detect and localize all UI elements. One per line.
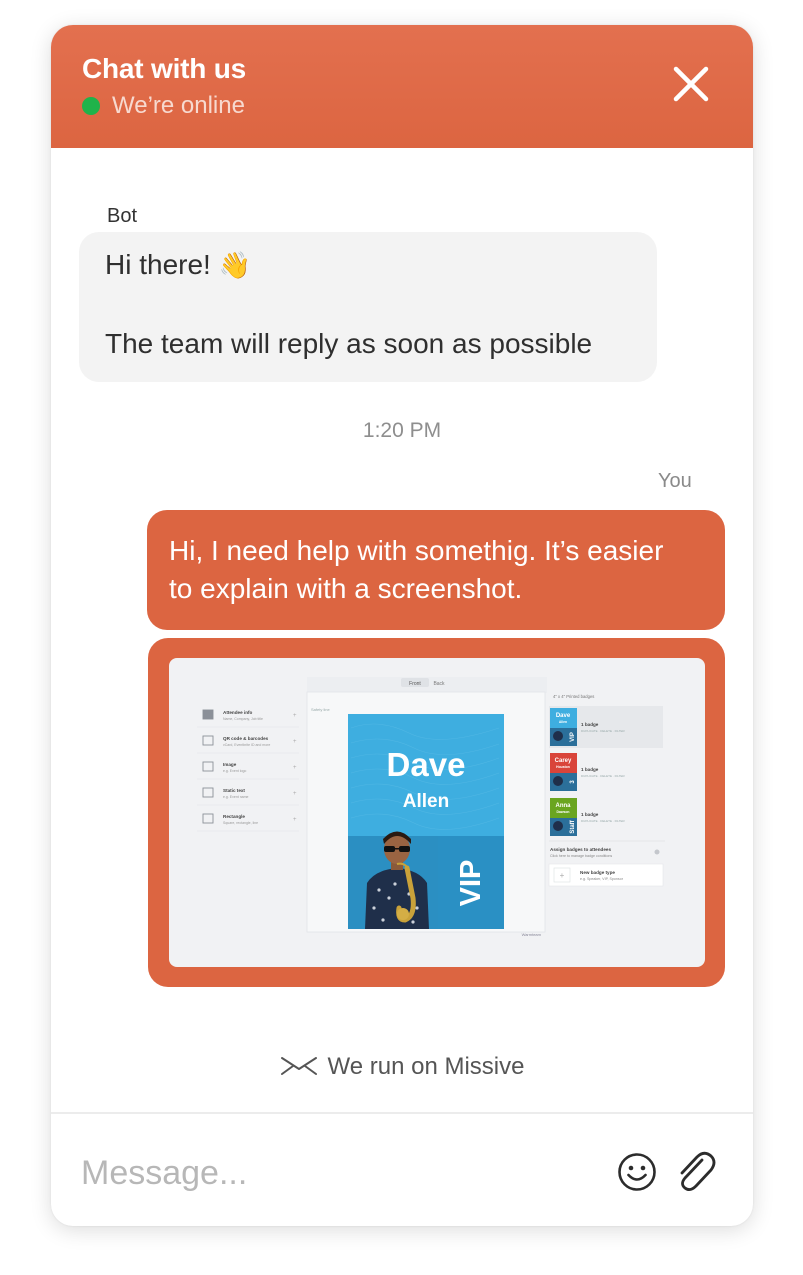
badge-type-count: 1 badge <box>581 767 599 772</box>
message-input[interactable] <box>81 1150 601 1196</box>
badge-last-name: Allen <box>403 791 449 812</box>
user-message-line-1: Hi, I need help with somethig. It’s easi… <box>169 535 664 566</box>
add-element-plus-icon: + <box>293 713 297 719</box>
composer-divider <box>51 1112 753 1114</box>
bot-message-line-1: Hi there! 👋 <box>105 249 251 281</box>
new-badge-type-title: New badge type <box>580 870 615 875</box>
badge-type-count: 1 badge <box>581 722 599 727</box>
close-icon <box>673 66 709 102</box>
badge-type-count: 1 badge <box>581 812 599 817</box>
badge-type-actions: DUPLICATE · DELETE · FILTER <box>581 774 626 778</box>
thumbnail-last-name: Dawson <box>557 810 570 814</box>
thumbnail-first-name: Dave <box>556 713 571 719</box>
element-item-title: Static text <box>223 788 245 793</box>
element-item-sub: Name, Company, Job title <box>223 717 263 721</box>
bot-message-line-2: The team will reply as soon as possible <box>105 328 593 359</box>
add-element-plus-icon: + <box>293 739 297 745</box>
thumbnail-tag: Staff <box>570 819 576 833</box>
badges-panel-header: 4" x 4" Printed badges <box>553 694 594 699</box>
element-item-sub: Square, rectangle, line <box>223 821 258 825</box>
corner-label: Warmteam <box>522 932 542 937</box>
bot-message-bubble: Hi there! 👋 The team will reply as soon … <box>79 232 657 382</box>
element-item-sub: vCard, Eventbrite ID and more <box>223 743 270 747</box>
thumbnail-first-name: Carey <box>555 758 572 764</box>
thumbnail-last-name: Houston <box>556 765 570 769</box>
message-timestamp: 1:20 PM <box>362 419 442 442</box>
element-item-title: QR code & barcodes <box>223 736 269 741</box>
badge-type-actions: DUPLICATE · DELETE · FILTER <box>581 819 626 823</box>
new-badge-type-sub: e.g. Speaker, VIP, Sponsor <box>580 877 624 881</box>
attach-file-button[interactable] <box>675 1148 717 1194</box>
element-item-title: Image <box>223 762 237 767</box>
thumbnail-tag: VIP <box>570 732 576 742</box>
user-message-bubble: Hi, I need help with somethig. It’s easi… <box>147 510 725 630</box>
add-element-plus-icon: + <box>293 765 297 771</box>
element-item-sub: e.g. Event logo <box>223 769 246 773</box>
badge-editor-screenshot: Front Back Attendee info Name, Company, J… <box>193 677 665 937</box>
paperclip-icon <box>680 1151 716 1191</box>
badge-tag: VIP <box>455 860 487 907</box>
tab-front: Front <box>409 681 421 687</box>
badge-type-actions: DUPLICATE · DELETE · FILTER <box>581 729 626 733</box>
close-button[interactable] <box>666 59 716 109</box>
badge-first-name: Dave <box>387 746 466 783</box>
add-element-plus-icon: + <box>293 791 297 797</box>
emoji-button[interactable] <box>617 1152 657 1192</box>
user-message-line-2: to explain with a screenshot. <box>169 573 523 604</box>
saxophone-player-photo <box>348 831 438 929</box>
user-sender-label: You <box>658 470 692 492</box>
bot-sender-label: Bot <box>107 205 138 227</box>
badge-type-row[interactable]: DaveAllen VIP 1 badge DUPLICATE · DELETE · … <box>549 706 663 748</box>
svg-text:+: + <box>560 871 565 880</box>
online-status-dot <box>82 97 100 115</box>
missive-icon <box>280 1056 317 1075</box>
chat-widget: Chat with us We’re online Bot Hi there! … <box>51 25 753 1226</box>
thumbnail-last-name: Allen <box>559 720 567 724</box>
powered-by-footer[interactable]: We run on Missive <box>51 1053 753 1081</box>
safety-line-label: Safety line <box>311 707 330 712</box>
thumbnail-first-name: Anna <box>556 803 572 809</box>
assign-badges-title: Assign badges to attendees <box>550 847 611 852</box>
waving-hand-icon: 👋 <box>218 250 251 280</box>
person-icon <box>202 709 214 720</box>
header-title: Chat with us <box>82 53 247 84</box>
badge-type-row[interactable]: CareyHouston31 badgeDUPLICATE · DELETE ·… <box>549 751 663 793</box>
element-item-title: Rectangle <box>223 814 245 819</box>
online-status-text: We’re online <box>112 92 245 119</box>
badge-type-row[interactable]: AnnaDawson Staff 1 badge DUPLICATE · DELETE… <box>549 796 663 838</box>
element-item-title: Attendee info <box>223 710 253 715</box>
bot-greeting-text: Hi there! <box>105 249 211 280</box>
element-item-sub: e.g. Event name <box>223 795 249 799</box>
attachment-image[interactable]: Front Back Attendee info Name, Company, J… <box>169 658 705 967</box>
powered-by-text: We run on Missive <box>327 1053 525 1080</box>
screenshot-attachment[interactable]: Front Back Attendee info Name, Company, J… <box>148 638 725 987</box>
chat-header: Chat with us We’re online <box>51 25 753 148</box>
tab-back: Back <box>433 681 445 687</box>
add-element-plus-icon: + <box>293 817 297 823</box>
smiley-icon <box>618 1153 656 1191</box>
assign-badges-sub: Click here to manage badge conditions <box>550 854 612 858</box>
